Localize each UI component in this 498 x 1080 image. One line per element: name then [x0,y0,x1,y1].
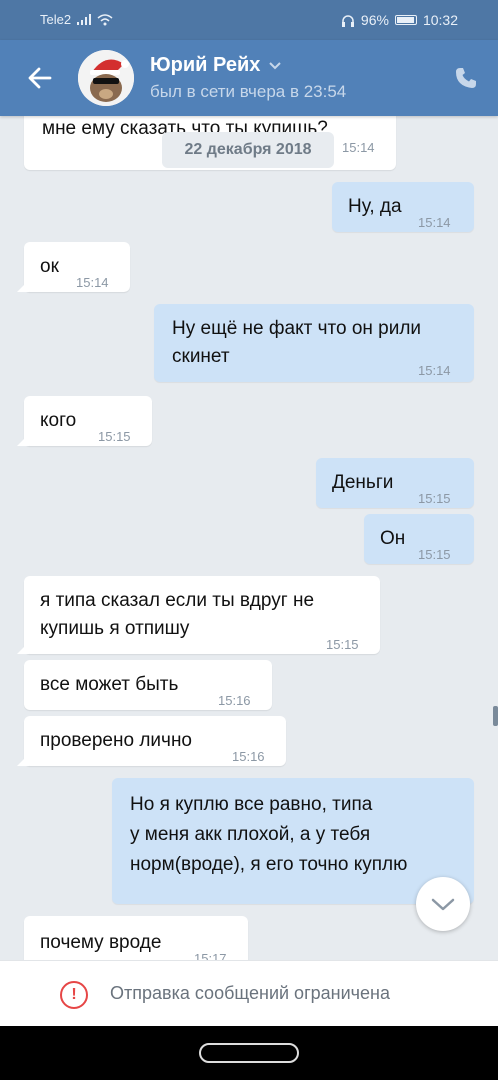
message-time: 15:17 [194,951,227,960]
message-incoming[interactable]: кого 15:15 [17,396,152,446]
phone-icon[interactable] [454,66,478,90]
chevron-down-icon [431,898,455,911]
message-incoming[interactable]: я типа сказал если ты вдруг не купишь я … [17,576,380,654]
message-text: Деньги [332,472,394,493]
message-time: 15:16 [218,693,251,708]
chevron-down-icon[interactable] [268,61,282,71]
message-outgoing[interactable]: Он 15:15 [364,514,474,564]
exclamation-circle-icon: ! [60,981,88,1009]
message-incoming[interactable]: все может быть 15:16 [24,660,272,710]
message-text: норм(вроде), я его точно куплю [130,854,408,875]
message-time: 15:16 [232,749,265,764]
date-divider: 22 декабря 2018 [162,132,334,168]
message-list[interactable]: мне ему сказать что ты купишь? 15:14 22 … [0,116,498,960]
headphones-icon [341,14,354,27]
restriction-banner: ! Отправка сообщений ограничена [0,960,498,1026]
signal-icon [77,14,92,25]
message-text: Ну ещё не факт что он рили [172,318,422,339]
message-incoming[interactable]: почему вроде 15:17 [24,916,248,960]
message-text: ок [40,256,59,277]
message-time: 15:14 [418,363,451,378]
last-seen-status: был в сети вчера в 23:54 [150,82,347,101]
message-text: Но я куплю все равно, типа [130,794,373,815]
chat-header: Юрий Рейх был в сети вчера в 23:54 [0,40,498,116]
battery-percent: 96% [360,12,389,28]
home-gesture-pill[interactable] [199,1043,299,1063]
avatar[interactable] [78,50,134,106]
carrier-label: Tele2 [40,12,72,27]
message-outgoing[interactable]: Ну, да 15:14 [332,182,474,232]
message-text: купишь я отпишу [40,618,190,639]
message-time: 15:14 [76,275,109,290]
message-time: 15:14 [418,215,451,230]
message-text: все может быть [40,674,179,695]
message-time: 15:15 [418,491,451,506]
message-time: 15:14 [342,140,375,155]
message-time: 15:15 [98,429,131,444]
status-bar: Tele2 96% 10:32 [0,0,498,40]
message-text: я типа сказал если ты вдруг не [40,590,315,611]
message-text: у меня акк плохой, а у тебя [130,824,371,845]
restriction-text: Отправка сообщений ограничена [110,983,390,1003]
message-text: скинет [172,346,230,367]
clock: 10:32 [422,12,458,28]
message-outgoing[interactable]: Деньги 15:15 [316,458,474,508]
message-outgoing[interactable]: Ну ещё не факт что он рили скинет 15:14 [154,304,474,382]
scrollbar-thumb[interactable] [493,706,498,726]
message-incoming[interactable]: проверено лично 15:16 [17,716,286,766]
scroll-down-button[interactable] [416,877,470,931]
system-navigation-bar [0,1026,498,1080]
message-text: Ну, да [348,196,402,217]
battery-icon [394,15,417,25]
message-text: проверено лично [40,730,192,751]
message-text: Он [380,528,406,549]
contact-name[interactable]: Юрий Рейх [150,54,260,77]
message-text: кого [40,410,77,431]
arrow-left-icon[interactable] [26,64,54,92]
message-time: 15:15 [418,547,451,562]
message-incoming[interactable]: ок 15:14 [17,242,130,292]
message-time: 15:15 [326,637,359,652]
wifi-icon [97,13,113,25]
message-text: почему вроде [40,932,162,953]
